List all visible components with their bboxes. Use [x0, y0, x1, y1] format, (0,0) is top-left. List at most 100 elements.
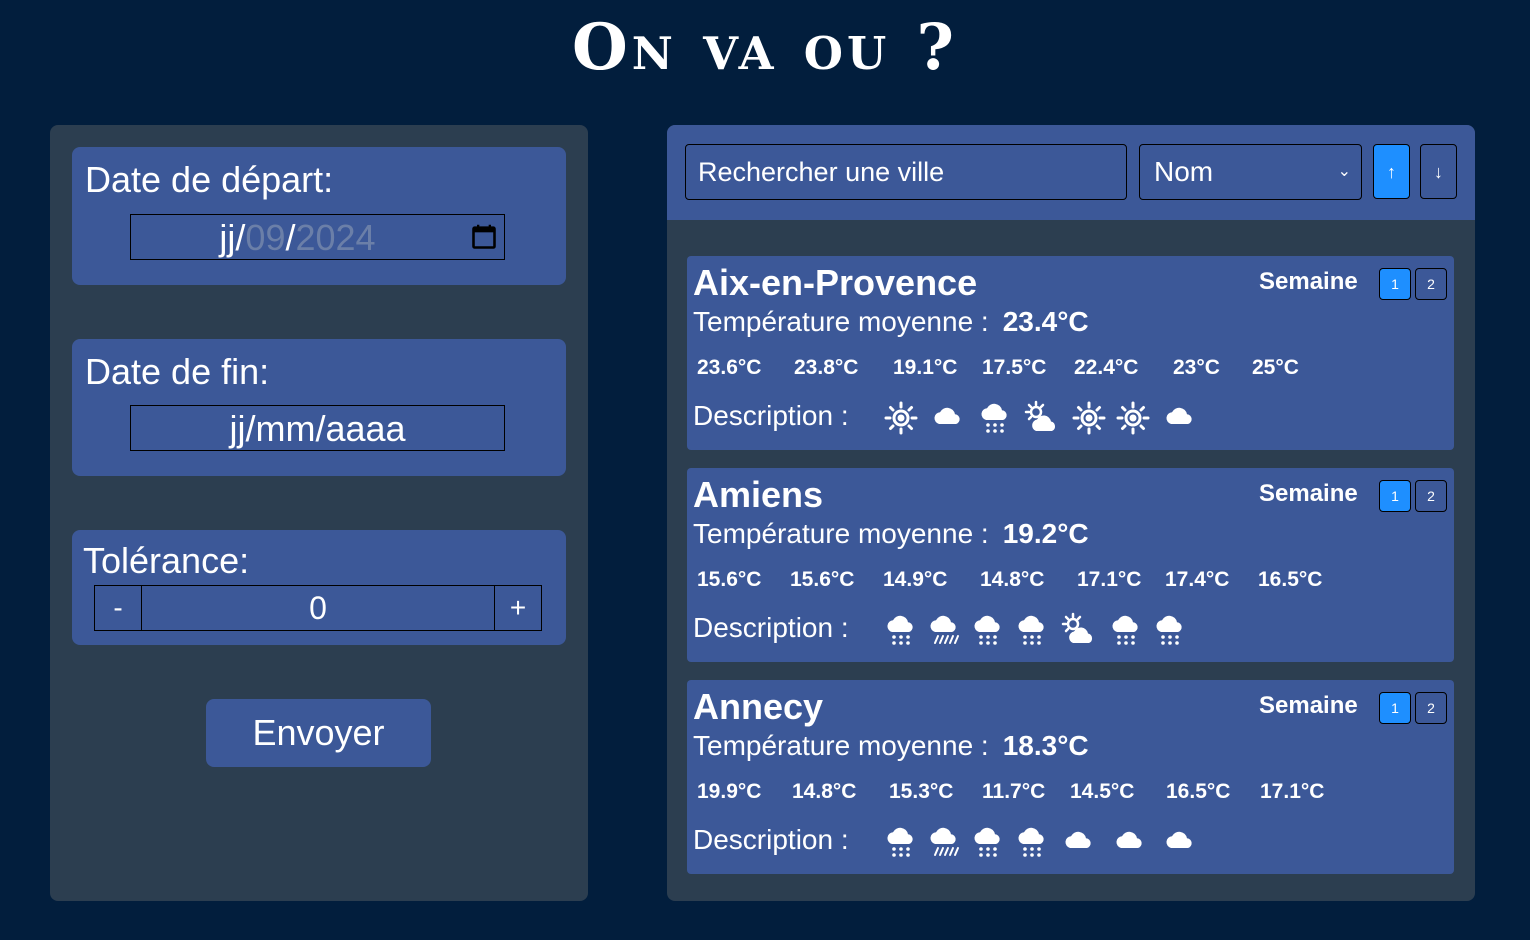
city-name: Aix-en-Provence: [693, 262, 978, 303]
daily-temperature: 22.4°C: [1074, 356, 1139, 379]
average-temperature: Température moyenne : 18.3°C: [693, 730, 1089, 762]
sun-cloud-icon: [1061, 612, 1097, 648]
start-date-input[interactable]: jj/09/2024: [130, 214, 505, 260]
sort-select[interactable]: Nom ⌄: [1139, 144, 1362, 200]
start-date-year: 2024: [295, 217, 376, 258]
week-1-button[interactable]: 1: [1379, 480, 1411, 512]
average-label: Température moyenne :: [693, 730, 989, 761]
sort-select-value: Nom: [1154, 156, 1214, 187]
results-toolbar: Rechercher une ville Nom ⌄ ↑ ↓: [667, 125, 1475, 220]
rain-icon: [977, 400, 1013, 436]
end-date-label: Date de fin:: [85, 351, 270, 392]
page-title: On va ou ?: [571, 10, 958, 85]
submit-button[interactable]: Envoyer: [206, 699, 431, 767]
week-2-button[interactable]: 2: [1415, 480, 1447, 512]
daily-temperature: 16.5°C: [1258, 568, 1323, 591]
decrement-button[interactable]: -: [95, 586, 142, 630]
cloud-icon: [930, 400, 966, 436]
city-card: Amiens Semaine 1 2 Température moyenne : 19.2…: [687, 468, 1454, 662]
daily-temperature: 14.8°C: [792, 780, 857, 803]
heavy-rain-icon: [926, 612, 962, 648]
daily-temperature: 16.5°C: [1166, 780, 1231, 803]
daily-temperature: 14.5°C: [1070, 780, 1135, 803]
description-label: Description :: [693, 824, 849, 855]
cloud-icon: [1112, 824, 1148, 860]
cloud-icon: [1162, 824, 1198, 860]
week-1-button[interactable]: 1: [1379, 268, 1411, 300]
sort-descending-button[interactable]: ↓: [1420, 144, 1457, 199]
sun-icon: [1071, 400, 1107, 436]
search-input[interactable]: Rechercher une ville: [685, 144, 1127, 200]
heavy-rain-icon: [926, 824, 962, 860]
chevron-down-icon: ⌄: [1337, 163, 1351, 180]
city-name: Annecy: [693, 686, 824, 727]
end-date-group: Date de fin: jj/mm/aaaa: [72, 339, 566, 476]
description-label: Description :: [693, 400, 849, 431]
city-card: Annecy Semaine 1 2 Température moyenne : 18.3…: [687, 680, 1454, 874]
tolerance-stepper: - 0 +: [94, 585, 542, 631]
average-temperature: Température moyenne : 23.4°C: [693, 306, 1089, 338]
increment-button[interactable]: +: [494, 586, 541, 630]
weather-icons: [883, 400, 1213, 436]
sort-ascending-button[interactable]: ↑: [1373, 144, 1410, 199]
daily-temperature: 19.1°C: [893, 356, 958, 379]
daily-temperature: 23.8°C: [794, 356, 859, 379]
tolerance-label: Tolérance:: [83, 540, 250, 581]
start-date-month: 09: [245, 217, 286, 258]
tolerance-input[interactable]: 0: [142, 586, 494, 630]
daily-temperatures: 19.9°C 14.8°C 15.3°C 11.7°C 14.5°C 16.5°C 17.1…: [697, 780, 1397, 810]
week-label: Semaine: [1259, 480, 1358, 507]
start-date-day: jj: [219, 217, 236, 258]
city-name: Amiens: [693, 474, 824, 515]
rain-icon: [1014, 824, 1050, 860]
start-date-group: Date de départ: jj/09/2024: [72, 147, 566, 285]
description-label: Description :: [693, 612, 849, 643]
daily-temperature: 17.1°C: [1077, 568, 1142, 591]
week-1-button[interactable]: 1: [1379, 692, 1411, 724]
average-value: 18.3°C: [1002, 730, 1089, 761]
rain-icon: [883, 612, 919, 648]
daily-temperature: 14.8°C: [980, 568, 1045, 591]
average-label: Température moyenne :: [693, 518, 989, 549]
rain-icon: [1014, 612, 1050, 648]
rain-icon: [1152, 612, 1188, 648]
calendar-icon[interactable]: [470, 223, 498, 251]
filter-panel: Date de départ: jj/09/2024 Date de fin: …: [50, 125, 588, 901]
weather-icons: [883, 612, 1213, 648]
daily-temperature: 11.7°C: [982, 780, 1046, 803]
daily-temperature: 17.1°C: [1260, 780, 1325, 803]
sun-icon: [883, 400, 919, 436]
daily-temperature: 14.9°C: [883, 568, 948, 591]
daily-temperature: 19.9°C: [697, 780, 762, 803]
daily-temperature: 17.5°C: [982, 356, 1047, 379]
cloud-icon: [1061, 824, 1097, 860]
average-value: 23.4°C: [1002, 306, 1089, 337]
start-date-label: Date de départ:: [85, 159, 334, 200]
daily-temperature: 23°C: [1173, 356, 1220, 379]
average-temperature: Température moyenne : 19.2°C: [693, 518, 1089, 550]
week-label: Semaine: [1259, 692, 1358, 719]
sun-cloud-icon: [1024, 400, 1060, 436]
rain-icon: [970, 612, 1006, 648]
week-2-button[interactable]: 2: [1415, 692, 1447, 724]
daily-temperature: 25°C: [1252, 356, 1299, 379]
week-2-button[interactable]: 2: [1415, 268, 1447, 300]
rain-icon: [883, 824, 919, 860]
rain-icon: [970, 824, 1006, 860]
cloud-icon: [1162, 400, 1198, 436]
start-date-separator: /: [285, 217, 296, 258]
start-date-separator: /: [235, 217, 246, 258]
week-label: Semaine: [1259, 268, 1358, 295]
daily-temperatures: 23.6°C 23.8°C 19.1°C 17.5°C 22.4°C 23°C 25°C: [697, 356, 1397, 386]
results-panel: Rechercher une ville Nom ⌄ ↑ ↓ Aix-en-Pr…: [667, 125, 1475, 901]
weather-icons: [883, 824, 1213, 860]
average-label: Température moyenne :: [693, 306, 989, 337]
end-date-input[interactable]: jj/mm/aaaa: [130, 405, 505, 451]
daily-temperature: 15.6°C: [790, 568, 855, 591]
daily-temperature: 15.3°C: [889, 780, 954, 803]
tolerance-group: Tolérance: - 0 +: [72, 530, 566, 645]
sun-icon: [1115, 400, 1151, 436]
daily-temperatures: 15.6°C 15.6°C 14.9°C 14.8°C 17.1°C 17.4°C 16.5…: [697, 568, 1397, 598]
daily-temperature: 23.6°C: [697, 356, 762, 379]
city-card: Aix-en-Provence Semaine 1 2 Température moye…: [687, 256, 1454, 450]
